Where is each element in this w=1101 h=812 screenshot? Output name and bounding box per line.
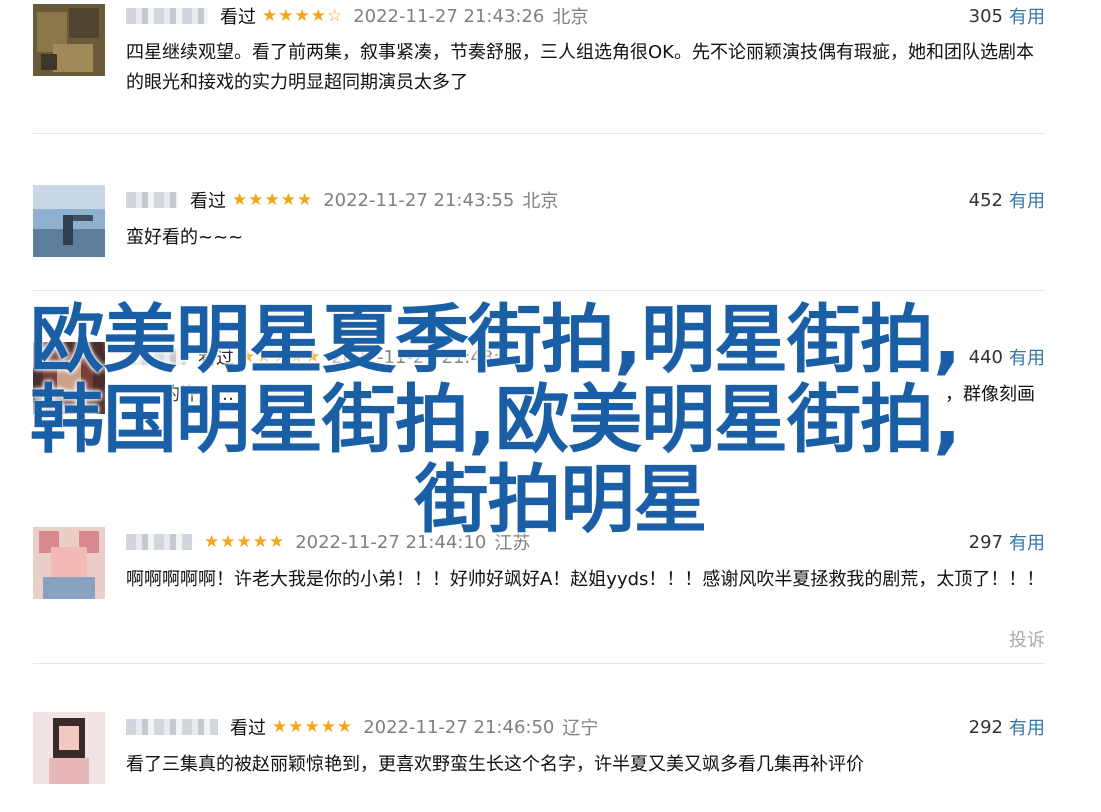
review-text: 四星继续观望。看了前两集，叙事紧凑，节奏舒服，三人组选角很OK。先不论丽颖演技偶…: [126, 42, 1034, 93]
review-meta: 看过 ★★★★★ 2022-11-27 21:43:: [126, 342, 507, 372]
useful-count: 297: [968, 531, 1003, 553]
user-avatar[interactable]: [33, 4, 105, 76]
username-blurred[interactable]: [126, 534, 192, 550]
watched-label: 看过: [190, 191, 226, 212]
review-text: 看了三集真的被赵丽颖惊艳到，更喜欢野蛮生长这个名字，许半夏又美又飒多看几集再补评…: [126, 754, 864, 775]
review-time: 2022-11-27 21:43:55: [323, 189, 515, 211]
review-location: 北京: [552, 7, 589, 28]
useful-button[interactable]: 有用: [1009, 187, 1045, 213]
useful-count: 292: [968, 716, 1003, 738]
avatar-image: [33, 527, 105, 599]
review-meta: ★★★★★ 2022-11-27 21:44:10 江苏: [126, 527, 530, 557]
review-location: 江苏: [494, 533, 531, 554]
overlay-headline: 欧美明星夏季街拍,明星街拍, 韩国明星街拍,欧美明星街拍, 街拍明星: [0, 300, 1101, 540]
user-avatar[interactable]: [33, 342, 105, 414]
review-time: 2022-11-27 21:43:: [331, 346, 500, 368]
avatar-image: [33, 712, 105, 784]
watched-label: 看过: [220, 7, 256, 28]
review-location: 北京: [522, 191, 559, 212]
user-avatar[interactable]: [33, 185, 105, 257]
review-time: 2022-11-27 21:46:50: [363, 716, 555, 738]
useful-button[interactable]: 有用: [1009, 3, 1045, 29]
username-blurred[interactable]: [126, 719, 218, 735]
user-avatar[interactable]: [33, 527, 105, 599]
review-time: 2022-11-27 21:44:10: [295, 531, 487, 553]
review-meta: 看过 ★★★★☆ 2022-11-27 21:43:26 北京: [126, 1, 588, 31]
rating-stars: ★★★★☆: [262, 6, 344, 26]
rating-stars: ★★★★★: [240, 347, 322, 367]
useful-votes: 297 有用: [969, 527, 1045, 557]
rating-stars: ★★★★★: [272, 717, 354, 737]
watched-label: 看过: [198, 348, 234, 369]
divider: [33, 663, 1045, 664]
user-avatar[interactable]: [33, 712, 105, 784]
avatar-image: [33, 4, 105, 76]
review-time: 2022-11-27 21:43:26: [353, 5, 545, 27]
useful-votes: 305 有用: [969, 1, 1045, 31]
review-text: 啊啊啊啊啊！许老大我是你的小弟！！！好帅好飒好A！赵姐yyds！！！感谢风吹半夏…: [126, 569, 1045, 590]
useful-votes: 440 有用: [969, 342, 1045, 372]
useful-button[interactable]: 有用: [1009, 714, 1045, 740]
watched-label: 看过: [230, 718, 266, 739]
report-link[interactable]: 投诉: [1009, 626, 1045, 652]
username-blurred[interactable]: [126, 8, 208, 24]
useful-button[interactable]: 有用: [1009, 344, 1045, 370]
rating-stars: ★★★★★: [232, 190, 314, 210]
review-text: ……的许……: [126, 384, 234, 405]
avatar-image: [33, 185, 105, 257]
useful-count: 440: [968, 346, 1003, 368]
avatar-image: [33, 342, 105, 414]
divider: [33, 290, 1045, 291]
useful-votes: 292 有用: [969, 712, 1045, 742]
review-location: 辽宁: [562, 718, 599, 739]
useful-count: 305: [968, 5, 1003, 27]
username-blurred[interactable]: [126, 192, 178, 208]
username-blurred[interactable]: [126, 349, 186, 365]
useful-count: 452: [968, 189, 1003, 211]
review-meta: 看过 ★★★★★ 2022-11-27 21:43:55 北京: [126, 185, 558, 215]
useful-votes: 452 有用: [969, 185, 1045, 215]
review-meta: 看过 ★★★★★ 2022-11-27 21:46:50 辽宁: [126, 712, 598, 742]
divider: [33, 133, 1045, 134]
useful-button[interactable]: 有用: [1009, 529, 1045, 555]
rating-stars: ★★★★★: [204, 532, 286, 552]
review-text-tail: ，群像刻画: [945, 384, 1035, 405]
review-text: 蛮好看的~~~: [126, 227, 244, 248]
